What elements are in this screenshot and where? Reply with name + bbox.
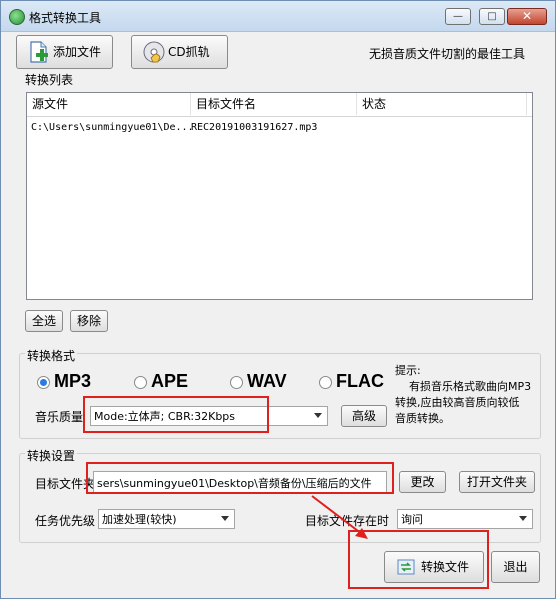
close-icon: ✕ <box>521 9 533 23</box>
chevron-down-icon <box>519 516 527 521</box>
hint-line: 音质转换。 <box>395 412 450 425</box>
list-item[interactable]: C:\Users\sunmingyue01\De... REC201910031… <box>27 119 532 137</box>
priority-label: 任务优先级 <box>35 514 96 528</box>
select-all-button[interactable]: 全选 <box>25 310 63 332</box>
list-item-target: REC20191003191627.mp3 <box>191 122 318 133</box>
slogan-text: 无损音质文件切割的最佳工具 <box>369 47 526 61</box>
radio-flac-label: FLAC <box>336 371 384 391</box>
change-folder-button[interactable]: 更改 <box>399 471 446 493</box>
minimize-button[interactable]: — <box>445 8 471 25</box>
annotation-box-convert <box>348 530 489 589</box>
advanced-label: 高级 <box>351 409 376 423</box>
maximize-button[interactable]: □ <box>479 8 505 25</box>
conversion-list-title: 转换列表 <box>25 73 74 87</box>
conversion-list[interactable]: 源文件 目标文件名 状态 C:\Users\sunmingyue01\De...… <box>26 92 533 300</box>
document-add-icon <box>30 41 48 63</box>
annotation-box-target-folder <box>86 462 394 494</box>
remove-label: 移除 <box>76 314 101 328</box>
radio-mp3-circle <box>37 376 50 389</box>
column-header-source[interactable]: 源文件 <box>27 93 191 115</box>
cd-rip-label: CD抓轨 <box>168 45 210 59</box>
change-folder-label: 更改 <box>410 475 435 489</box>
cd-hand-icon <box>143 41 165 63</box>
minimize-icon: — <box>453 11 463 22</box>
format-title: 转换格式 <box>25 347 78 364</box>
hint-text: 提示: 有损音乐格式歌曲向MP3 转换,应由较高音质向较低 音质转换。 <box>395 363 545 427</box>
settings-title: 转换设置 <box>25 447 78 464</box>
radio-mp3-label: MP3 <box>54 371 92 391</box>
exit-button[interactable]: 退出 <box>491 551 540 583</box>
cd-rip-button[interactable]: CD抓轨 <box>131 35 228 69</box>
open-folder-label: 打开文件夹 <box>466 475 527 489</box>
hint-line: 提示: <box>395 364 421 377</box>
radio-flac-circle <box>319 376 332 389</box>
open-folder-button[interactable]: 打开文件夹 <box>459 471 535 493</box>
radio-ape-circle <box>134 376 147 389</box>
priority-select-value: 加速处理(较快) <box>102 513 177 526</box>
window-title: 格式转换工具 <box>29 11 102 25</box>
column-header-target[interactable]: 目标文件名 <box>191 93 357 115</box>
hint-line: 转换,应由较高音质向较低 <box>395 396 520 409</box>
format-converter-window: 格式转换工具 — □ ✕ 添加文件 CD抓轨 无损音质文件切割的最佳工具 转换列… <box>0 0 556 599</box>
title-bar[interactable]: 格式转换工具 — □ ✕ <box>1 1 555 32</box>
advanced-button[interactable]: 高级 <box>341 405 387 427</box>
exit-label: 退出 <box>503 560 528 574</box>
annotation-box-quality <box>83 396 269 433</box>
radio-ape-label: APE <box>151 371 189 391</box>
chevron-down-icon <box>221 516 229 521</box>
list-header: 源文件 目标文件名 状态 <box>27 93 532 117</box>
app-icon <box>9 9 25 25</box>
add-file-label: 添加文件 <box>53 45 102 59</box>
add-file-button[interactable]: 添加文件 <box>16 35 113 69</box>
remove-button[interactable]: 移除 <box>70 310 108 332</box>
maximize-icon: □ <box>487 11 497 22</box>
column-header-status[interactable]: 状态 <box>357 93 527 115</box>
chevron-down-icon <box>314 413 322 418</box>
file-exists-label: 目标文件存在时 <box>305 514 390 528</box>
radio-wav-label: WAV <box>247 371 287 391</box>
list-item-source: C:\Users\sunmingyue01\De... <box>31 122 194 133</box>
close-button[interactable]: ✕ <box>507 8 547 25</box>
priority-select[interactable]: 加速处理(较快) <box>98 509 235 529</box>
hint-line: 有损音乐格式歌曲向MP3 <box>395 380 532 393</box>
radio-wav-circle <box>230 376 243 389</box>
file-exists-select-value: 询问 <box>401 513 423 526</box>
file-exists-select[interactable]: 询问 <box>397 509 533 529</box>
quality-label: 音乐质量 <box>35 410 84 424</box>
select-all-label: 全选 <box>31 314 56 328</box>
